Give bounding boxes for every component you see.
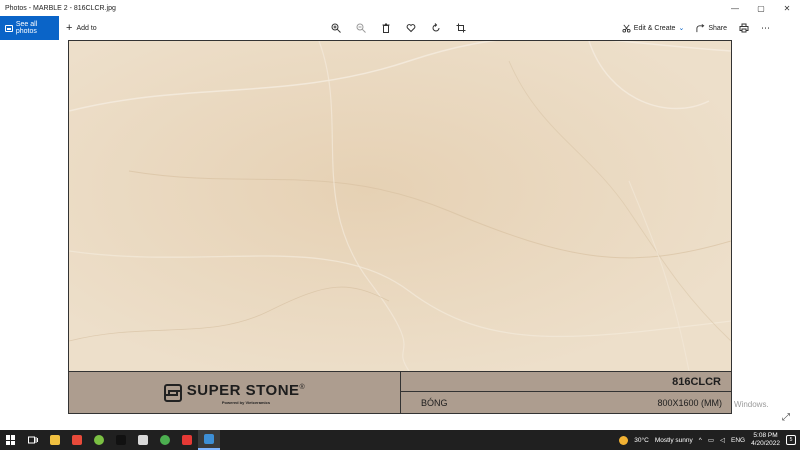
brand-name: SUPER STONE [186, 381, 300, 399]
start-button[interactable] [0, 430, 22, 450]
powered-by-text: Powered by Vietceramics [221, 399, 271, 405]
super-stone-logo-icon [163, 384, 182, 402]
pinned-apps [44, 430, 220, 450]
share-icon [696, 23, 705, 32]
edit-create-label: Edit & Create [633, 24, 676, 32]
network-icon[interactable]: ▭ [708, 436, 714, 444]
add-to-button[interactable]: + Add to [66, 21, 97, 34]
super-stone-logo: SUPER STONE® Powered by Vietceramics [163, 381, 306, 405]
photos-app-icon [204, 434, 214, 444]
zoom-in-icon [331, 23, 341, 33]
plus-icon: + [66, 21, 73, 34]
mail-app-icon [72, 435, 82, 445]
title-bar: Photos - MARBLE 2 - 816CLCR.jpg — ▢ ✕ [0, 0, 800, 16]
edit-create-button[interactable]: Edit & Create ⌄ [622, 24, 685, 33]
android-app-icon [94, 435, 104, 445]
tile-label-band: SUPER STONE® Powered by Vietceramics 816… [69, 371, 731, 413]
android-app-button[interactable] [88, 430, 110, 450]
clock[interactable]: 5:08 PM 4/20/2022 [751, 432, 780, 448]
window-title: Photos - MARBLE 2 - 816CLCR.jpg [5, 4, 116, 12]
share-label: Share [708, 24, 727, 32]
favorite-button[interactable] [405, 21, 417, 35]
vivaldi-icon [182, 435, 192, 445]
task-view-icon [28, 436, 38, 444]
zoom-out-icon [356, 23, 366, 33]
crop-icon [456, 23, 466, 33]
chevron-down-icon: ⌄ [678, 25, 685, 32]
chrome-button[interactable] [154, 430, 176, 450]
fullscreen-expand-icon[interactable]: ⤢ [782, 412, 790, 423]
vivaldi-button[interactable] [176, 430, 198, 450]
windows-logo-icon [6, 435, 16, 445]
activate-windows-watermark: Windows. [734, 400, 769, 409]
right-tools: Edit & Create ⌄ Share ⋯ [622, 16, 770, 40]
toolbar: See all photos + Add to Edit & Create ⌄ … [0, 16, 800, 40]
file-explorer-button[interactable] [44, 430, 66, 450]
paint-app-icon [138, 435, 148, 445]
mail-app-button[interactable] [66, 430, 88, 450]
zoom-in-button[interactable] [330, 21, 342, 35]
tiktok-button[interactable] [110, 430, 132, 450]
system-tray: 30°C Mostly sunny ^ ▭ ◁ ENG 5:08 PM 4/20… [619, 430, 800, 450]
delete-button[interactable] [380, 21, 392, 35]
tiktok-icon [116, 435, 126, 445]
file-explorer-icon [50, 435, 60, 445]
maximize-button[interactable]: ▢ [748, 0, 774, 16]
printer-icon [739, 23, 749, 33]
weather-temperature[interactable]: 30°C [634, 437, 649, 444]
brand-logo-area: SUPER STONE® Powered by Vietceramics [69, 372, 400, 413]
photos-window: Photos - MARBLE 2 - 816CLCR.jpg — ▢ ✕ Se… [0, 0, 800, 430]
marble-texture [69, 41, 731, 372]
volume-icon[interactable]: ◁ [720, 436, 725, 444]
rotate-icon [432, 23, 440, 32]
print-button[interactable] [739, 23, 749, 33]
paint-app-button[interactable] [132, 430, 154, 450]
zoom-out-button[interactable] [355, 21, 367, 35]
clock-time: 5:08 PM [753, 432, 778, 439]
photo-gallery-icon [5, 24, 13, 32]
notifications-button[interactable]: 5 [786, 435, 796, 445]
marble-veins [69, 41, 731, 372]
photo-image[interactable]: SUPER STONE® Powered by Vietceramics 816… [68, 40, 732, 414]
task-view-button[interactable] [22, 430, 44, 450]
show-hidden-icons[interactable]: ^ [699, 437, 702, 444]
more-options-icon: ⋯ [761, 22, 770, 33]
registered-mark: ® [299, 383, 306, 391]
see-all-photos-label: See all photos [15, 21, 38, 35]
trash-icon [382, 23, 390, 33]
language-indicator[interactable]: ENG [731, 437, 745, 444]
more-options-button[interactable]: ⋯ [761, 23, 770, 34]
weather-sun-icon [619, 435, 629, 445]
crop-button[interactable] [455, 21, 467, 35]
clock-date: 4/20/2022 [751, 440, 780, 447]
product-code: 816CLCR [672, 375, 721, 388]
weather-description[interactable]: Mostly sunny [655, 437, 693, 444]
image-tools [330, 16, 467, 40]
product-size: 800X1600 (MM) [657, 397, 722, 408]
rotate-button[interactable] [430, 21, 442, 35]
tile-info: 816CLCR BÓNG 800X1600 (MM) [400, 372, 731, 413]
heart-icon [406, 24, 416, 33]
share-button[interactable]: Share [696, 23, 727, 33]
product-finish: BÓNG [421, 397, 448, 408]
photos-app-button[interactable] [198, 430, 220, 450]
see-all-photos-button[interactable]: See all photos [0, 16, 59, 40]
close-button[interactable]: ✕ [774, 0, 800, 16]
add-to-label: Add to [76, 24, 97, 32]
minimize-button[interactable]: — [722, 0, 748, 16]
taskbar: 30°C Mostly sunny ^ ▭ ◁ ENG 5:08 PM 4/20… [0, 430, 800, 450]
edit-scissors-icon [622, 24, 631, 33]
chrome-icon [160, 435, 170, 445]
